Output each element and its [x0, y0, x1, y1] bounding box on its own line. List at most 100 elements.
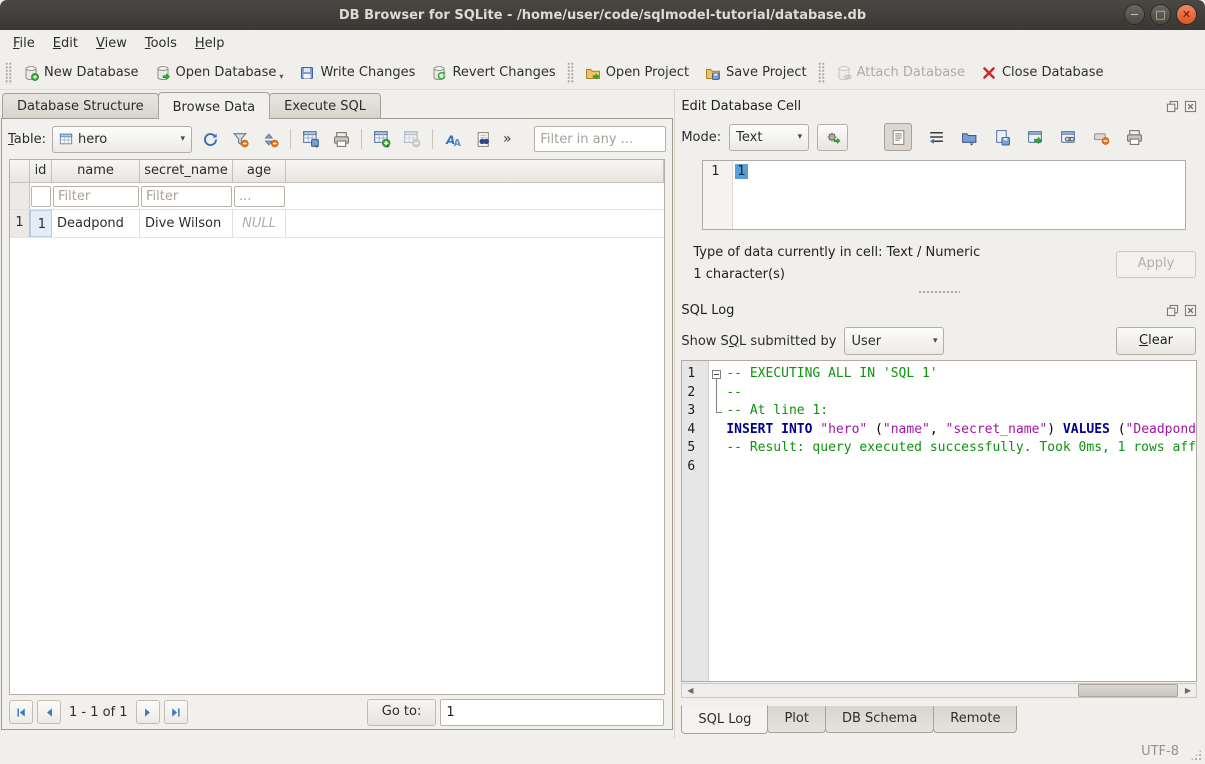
sql-log-editor[interactable]: 1 2 3 4 5 6 -- EXECUTING ALL IN 'SQL 1' …	[681, 360, 1197, 682]
apply-button[interactable]: Apply	[1116, 251, 1196, 278]
clear-sorting-button[interactable]	[258, 127, 282, 151]
cell-editor-line-number: 1	[703, 161, 733, 229]
resize-grip[interactable]	[1190, 749, 1202, 761]
dock-splitter-handle[interactable]	[681, 286, 1197, 298]
log-line: INSERT INTO "hero" ("name", "secret_name…	[726, 422, 1196, 441]
delete-record-button[interactable]	[400, 127, 424, 151]
new-database-button[interactable]: New Database	[15, 61, 147, 85]
export-text-icon[interactable]	[994, 129, 1011, 146]
previous-page-button[interactable]	[37, 700, 61, 724]
log-line: -- At line 1:	[726, 403, 1196, 422]
attach-database-button[interactable]: Attach Database	[828, 61, 973, 85]
menu-tools[interactable]: Tools	[136, 33, 186, 54]
text-mode-toggle-button[interactable]	[884, 123, 912, 151]
close-dock-icon[interactable]	[1183, 303, 1197, 317]
first-page-button[interactable]	[9, 700, 33, 724]
cell-secret-name[interactable]: Dive Wilson	[140, 210, 233, 237]
menu-edit[interactable]: Edit	[44, 33, 87, 54]
tab-browse-data[interactable]: Browse Data	[158, 92, 271, 119]
tab-database-structure[interactable]: Database Structure	[2, 93, 159, 118]
tab-plot[interactable]: Plot	[767, 706, 826, 733]
close-button[interactable]: ✕	[1176, 4, 1197, 25]
refresh-button[interactable]	[198, 127, 222, 151]
close-database-button[interactable]: Close Database	[973, 61, 1112, 85]
open-database-button[interactable]: Open Database ▾	[147, 61, 292, 85]
status-bar: UTF-8	[0, 738, 1205, 764]
tab-db-schema[interactable]: DB Schema	[825, 706, 934, 733]
toolbar-separator	[290, 129, 291, 149]
goto-record-input[interactable]	[440, 699, 664, 726]
scrollbar-thumb[interactable]	[1078, 684, 1178, 697]
auto-switch-mode-button[interactable]	[817, 124, 848, 151]
cell-age-null[interactable]: NULL	[233, 210, 286, 237]
menu-file[interactable]: File	[4, 33, 44, 54]
toolbar-drag-handle[interactable]	[567, 62, 574, 84]
filter-any-column-input[interactable]	[534, 126, 666, 152]
scroll-right-icon[interactable]: ▶	[1180, 684, 1196, 697]
tab-remote[interactable]: Remote	[933, 706, 1017, 733]
main-area: Database Structure Browse Data Execute S…	[0, 90, 1205, 738]
filter-age-input[interactable]	[234, 186, 285, 207]
column-header-id[interactable]: id	[30, 160, 52, 182]
cell-id[interactable]: 1	[30, 210, 52, 237]
column-header-name[interactable]: name	[52, 160, 140, 182]
toolbar-drag-handle[interactable]	[818, 62, 825, 84]
revert-changes-button[interactable]: Revert Changes	[423, 61, 563, 85]
cell-editor[interactable]: 1 1	[702, 160, 1186, 230]
log-line: --	[726, 385, 1196, 404]
column-header-secret-name[interactable]: secret_name	[140, 160, 233, 182]
table-combobox-value: hero	[78, 132, 107, 147]
print-cell-icon[interactable]	[1126, 129, 1143, 146]
filter-id-input[interactable]	[31, 186, 51, 207]
minimize-button[interactable]: −	[1124, 4, 1145, 25]
table-toolbar: Table: hero ▾ AA »	[2, 119, 672, 159]
menu-view[interactable]: View	[87, 33, 136, 54]
clear-log-button[interactable]: Clear	[1116, 327, 1196, 355]
tab-sql-log[interactable]: SQL Log	[681, 705, 768, 734]
sql-log-controls: Show SQL submitted by User ▾ Clear	[681, 322, 1197, 360]
toolbar-drag-handle[interactable]	[5, 62, 12, 84]
row-number-header[interactable]: 1	[10, 210, 30, 237]
table-combobox[interactable]: hero ▾	[52, 126, 192, 153]
import-text-icon[interactable]	[961, 129, 978, 146]
clear-filters-button[interactable]	[228, 127, 252, 151]
open-database-dropdown-caret[interactable]: ▾	[279, 72, 283, 81]
grid-corner-cell[interactable]	[10, 160, 30, 182]
insert-record-button[interactable]	[370, 127, 394, 151]
open-project-button[interactable]: Open Project	[577, 61, 697, 85]
scroll-left-icon[interactable]: ◀	[682, 684, 698, 697]
fold-collapse-icon[interactable]	[712, 370, 721, 379]
title-bar: DB Browser for SQLite - /home/user/code/…	[0, 0, 1205, 30]
float-dock-icon[interactable]	[1165, 99, 1179, 113]
save-table-button[interactable]	[299, 127, 323, 151]
font-settings-button[interactable]: AA	[441, 127, 465, 151]
filter-secret-name-input[interactable]	[141, 186, 232, 207]
table-icon	[59, 132, 73, 146]
print-table-button[interactable]	[329, 127, 353, 151]
maximize-button[interactable]: □	[1150, 4, 1171, 25]
set-null-icon[interactable]	[1093, 129, 1110, 146]
close-database-icon	[981, 65, 997, 81]
toolbar-overflow-chevron[interactable]: »	[503, 131, 512, 147]
column-header-age[interactable]: age	[233, 160, 286, 182]
cell-name[interactable]: Deadpond	[52, 210, 140, 237]
write-changes-button[interactable]: Write Changes	[291, 61, 423, 85]
word-wrap-icon[interactable]	[928, 129, 945, 146]
goto-button[interactable]: Go to:	[367, 699, 437, 726]
menu-help[interactable]: Help	[186, 33, 234, 54]
sql-source-combobox[interactable]: User ▾	[844, 327, 944, 355]
mode-combobox[interactable]: Text ▾	[729, 124, 809, 151]
cell-editor-content[interactable]: 1	[735, 164, 747, 179]
cell-info-row: Type of data currently in cell: Text / N…	[693, 242, 1197, 286]
copy-link-icon[interactable]	[1060, 129, 1077, 146]
horizontal-scrollbar[interactable]: ◀ ▶	[681, 683, 1197, 698]
float-dock-icon[interactable]	[1165, 303, 1179, 317]
save-project-button[interactable]: Save Project	[697, 61, 815, 85]
last-page-button[interactable]	[164, 700, 188, 724]
close-dock-icon[interactable]	[1183, 99, 1197, 113]
next-page-button[interactable]	[136, 700, 160, 724]
filter-name-input[interactable]	[53, 186, 139, 207]
find-in-table-button[interactable]	[471, 127, 495, 151]
tab-execute-sql[interactable]: Execute SQL	[269, 93, 381, 118]
open-in-external-app-icon[interactable]	[1027, 129, 1044, 146]
